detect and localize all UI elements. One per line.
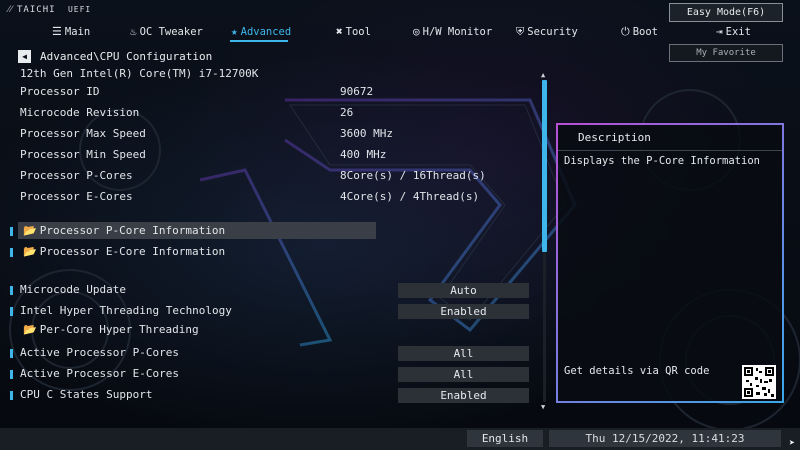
info-row: Processor Max Speed 3600 MHz (0, 125, 540, 143)
tab-label: OC Tweaker (139, 26, 203, 38)
tab-label: Tool (345, 26, 371, 38)
tab-label: Advanced (240, 26, 292, 38)
folder-icon: 📂 (23, 245, 37, 258)
info-label: Microcode Revision (20, 106, 140, 119)
active-e-cores-select[interactable]: All (398, 367, 529, 382)
info-row: Processor ID 90672 (0, 83, 540, 101)
description-title: Description (578, 131, 651, 144)
info-label: Processor E-Cores (20, 190, 133, 203)
breadcrumb: Advanced\CPU Configuration (40, 50, 213, 63)
active-tab-underline (230, 40, 288, 42)
easy-mode-button[interactable]: Easy Mode(F6) (669, 3, 783, 22)
tab-label: Security (527, 26, 578, 38)
info-label: Processor Min Speed (20, 148, 146, 161)
star-icon: ★ (231, 25, 238, 38)
microcode-update-select[interactable]: Auto (398, 283, 529, 298)
scrollbar-thumb[interactable] (542, 80, 547, 252)
info-value: 4Core(s) / 4Thread(s) (340, 190, 480, 203)
active-p-cores-select[interactable]: All (398, 346, 529, 361)
tab-exit[interactable]: ⇥ Exit (716, 24, 751, 40)
submenu-e-core-information[interactable]: 📂 Processor E-Core Information (18, 243, 376, 260)
back-button[interactable]: ◀ (18, 50, 31, 63)
tab-security[interactable]: ⛨ Security (516, 24, 578, 40)
tab-label: Boot (632, 26, 658, 38)
info-value: 90672 (340, 85, 374, 98)
power-icon: ⏻ (621, 25, 630, 38)
setting-label: CPU C States Support (20, 388, 153, 401)
info-row: Microcode Revision 26 (0, 104, 540, 122)
tab-boot[interactable]: ⏻ Boot (621, 24, 658, 40)
my-favorite-button[interactable]: My Favorite (669, 44, 783, 62)
setting-label: Active Processor P-Cores (20, 346, 179, 359)
monitor-icon: ◎ (413, 25, 420, 38)
flame-icon: ♨ (130, 25, 137, 38)
setting-label: Microcode Update (20, 283, 126, 296)
tab-label: Main (64, 26, 91, 38)
tab-tool[interactable]: ✖ Tool (336, 24, 371, 40)
submenu-label: Per-Core Hyper Threading (39, 323, 199, 336)
grid-icon: ☰ (52, 25, 62, 38)
main-nav: ☰ Main ♨ OC Tweaker ★ Advanced ✖ Tool ◎ H/W M… (0, 24, 800, 40)
qr-code-icon (742, 365, 776, 399)
brand-logo: ⁄⁄ TAICHI UEFI (8, 4, 91, 15)
tab-label: Exit (725, 26, 751, 38)
info-label: Processor P-Cores (20, 169, 133, 182)
brand-name: TAICHI (17, 5, 56, 15)
exit-icon: ⇥ (716, 25, 723, 38)
tab-main[interactable]: ☰ Main (52, 24, 90, 40)
folder-icon: 📂 (23, 224, 37, 237)
cpu-name: 12th Gen Intel(R) Core(TM) i7-12700K (20, 67, 259, 80)
info-label: Processor Max Speed (20, 127, 146, 140)
info-label: Processor ID (20, 85, 100, 98)
language-button[interactable]: English (467, 430, 543, 447)
date-time-display: Thu 12/15/2022, 11:41:23 (549, 430, 781, 447)
info-value: 3600 MHz (340, 127, 393, 140)
info-row: Processor P-Cores 8Core(s) / 16Thread(s) (0, 167, 540, 185)
description-divider (558, 150, 782, 151)
hyper-threading-select[interactable]: Enabled (398, 304, 529, 319)
info-value: 8Core(s) / 16Thread(s) (340, 169, 486, 182)
shield-icon: ⛨ (516, 25, 525, 38)
tab-label: H/W Monitor (422, 26, 493, 38)
info-row: Processor Min Speed 400 MHz (0, 146, 540, 164)
back-arrow-icon: ◀ (22, 52, 27, 61)
row-marker (10, 248, 13, 257)
setting-label: Active Processor E-Cores (20, 367, 179, 380)
setting-label: Intel Hyper Threading Technology (20, 304, 232, 317)
submenu-p-core-information[interactable]: 📂 Processor P-Core Information (18, 222, 376, 239)
tools-icon: ✖ (336, 25, 343, 38)
info-value: 26 (340, 106, 354, 119)
row-marker (10, 227, 13, 236)
scroll-up-arrow-icon[interactable]: ▲ (541, 71, 545, 79)
brand-suffix: UEFI (67, 5, 92, 14)
c-states-select[interactable]: Enabled (398, 388, 529, 403)
tab-hw-monitor[interactable]: ◎ H/W Monitor (413, 24, 492, 40)
folder-icon: 📂 (23, 323, 37, 336)
info-value: 400 MHz (340, 148, 387, 161)
tab-oc-tweaker[interactable]: ♨ OC Tweaker (130, 24, 203, 40)
brand-mark-icon: ⁄⁄ (8, 5, 14, 15)
qr-caption: Get details via QR code (564, 365, 710, 377)
submenu-label: Processor E-Core Information (39, 245, 226, 258)
description-panel: Description Displays the P-Core Informat… (556, 123, 784, 403)
scroll-down-arrow-icon[interactable]: ▼ (541, 403, 545, 411)
mouse-cursor-icon: ➤ (789, 438, 796, 449)
description-text: Displays the P-Core Information (564, 155, 760, 167)
submenu-per-core-hyper-threading[interactable]: 📂 Per-Core Hyper Threading (18, 321, 376, 338)
cpu-name-row: 12th Gen Intel(R) Core(TM) i7-12700K (0, 65, 540, 83)
submenu-label: Processor P-Core Information (39, 224, 226, 237)
tab-advanced[interactable]: ★ Advanced (231, 24, 291, 40)
scrollbar-track[interactable] (543, 252, 546, 402)
info-row: Processor E-Cores 4Core(s) / 4Thread(s) (0, 188, 540, 206)
